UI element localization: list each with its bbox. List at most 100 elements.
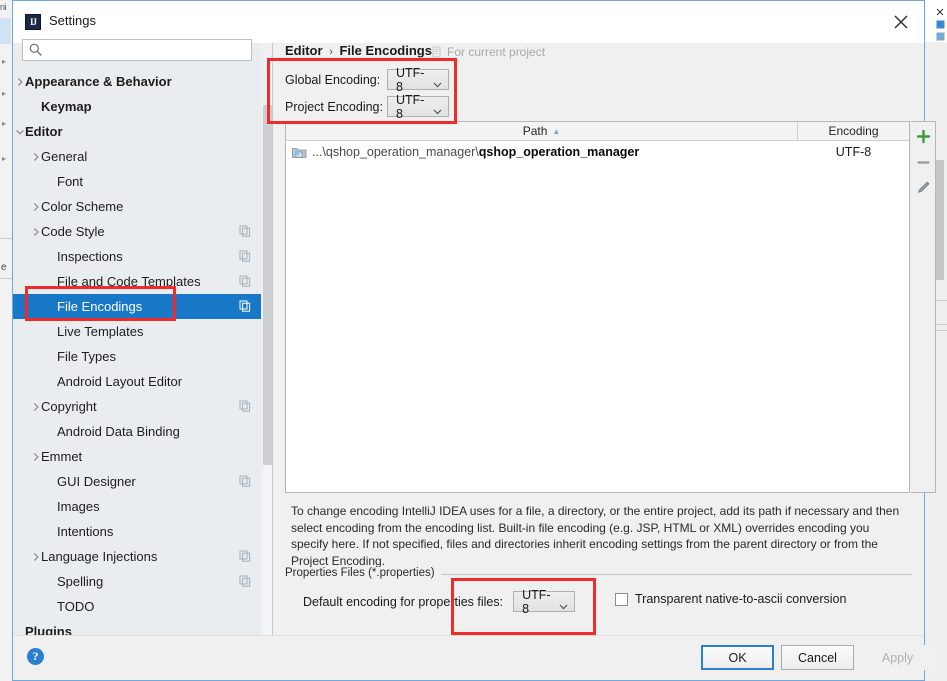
default-properties-encoding-combo[interactable]: UTF-8 — [513, 588, 576, 616]
intellij-idea-icon: IJ — [25, 14, 41, 30]
sidebar-item-keymap[interactable]: Keymap — [13, 94, 261, 119]
sidebar-item-label: GUI Designer — [57, 474, 136, 489]
project-encoding-value: UTF-8 — [396, 92, 425, 121]
chevron-down-icon[interactable] — [13, 125, 27, 139]
ide-right-icon-b — [936, 16, 945, 29]
cell-encoding[interactable]: UTF-8 — [798, 145, 909, 159]
project-scope-note: For current project — [431, 45, 545, 59]
copy-settings-icon[interactable] — [239, 475, 251, 487]
sidebar-item-file-and-code-templates[interactable]: File and Code Templates — [13, 269, 261, 294]
sidebar-item-images[interactable]: Images — [13, 494, 261, 519]
sidebar-item-emmet[interactable]: Emmet — [13, 444, 261, 469]
sidebar-item-android-layout-editor[interactable]: Android Layout Editor — [13, 369, 261, 394]
sidebar-item-plugins[interactable]: Plugins — [13, 619, 261, 635]
breadcrumb: Editor › File Encodings — [285, 43, 432, 58]
sidebar-item-inspections[interactable]: Inspections — [13, 244, 261, 269]
cancel-button[interactable]: Cancel — [781, 645, 854, 670]
breadcrumb-root[interactable]: Editor — [285, 43, 323, 58]
encodings-description: To change encoding IntelliJ IDEA uses fo… — [291, 504, 900, 568]
table-header: Path ▲ Encoding — [286, 122, 909, 141]
global-encoding-combo[interactable]: UTF-8 — [387, 66, 449, 94]
chevron-right-icon[interactable] — [29, 150, 43, 164]
chevron-right-icon[interactable] — [13, 75, 27, 89]
edit-pencil-icon[interactable] — [913, 177, 934, 198]
transparent-native-to-ascii-row[interactable]: Transparent native-to-ascii conversion — [615, 592, 846, 606]
sidebar-scrollbar-thumb[interactable] — [263, 105, 272, 465]
properties-files-group: Properties Files (*.properties) Default … — [285, 567, 924, 619]
chevron-right-icon[interactable] — [29, 200, 43, 214]
apply-button: Apply — [861, 645, 934, 670]
chevron-right-icon[interactable] — [29, 225, 43, 239]
sidebar-item-appearance-behavior[interactable]: Appearance & Behavior — [13, 69, 261, 94]
sidebar-item-label: Editor — [25, 124, 63, 139]
encodings-table-area: Path ▲ Encoding ...\qshop_operation_mana… — [285, 121, 936, 493]
default-properties-encoding-row: Default encoding for properties files: U… — [303, 588, 576, 616]
sidebar-item-copyright[interactable]: Copyright — [13, 394, 261, 419]
sidebar-item-label: File and Code Templates — [57, 274, 201, 289]
sidebar-item-file-encodings[interactable]: File Encodings — [13, 294, 261, 319]
cell-path-prefix: ...\qshop_operation_manager\ — [312, 145, 479, 159]
ide-right-scrollbar-thumb[interactable] — [935, 160, 944, 280]
encodings-table: Path ▲ Encoding ...\qshop_operation_mana… — [285, 121, 910, 493]
dialog-footer: ? OK Cancel Apply — [13, 635, 934, 680]
ide-left-divider — [0, 278, 12, 279]
table-toolbar — [911, 121, 936, 493]
sidebar-item-label: File Encodings — [57, 299, 143, 314]
sidebar-item-live-templates[interactable]: Live Templates — [13, 319, 261, 344]
sidebar-item-label: Intentions — [57, 524, 114, 539]
sidebar-item-font[interactable]: Font — [13, 169, 261, 194]
sidebar-item-editor[interactable]: Editor — [13, 119, 261, 144]
chevron-down-icon — [433, 104, 442, 114]
sidebar-item-general[interactable]: General — [13, 144, 261, 169]
copy-settings-icon[interactable] — [239, 400, 251, 412]
chevron-right-icon[interactable] — [29, 400, 43, 414]
copy-settings-icon[interactable] — [239, 250, 251, 262]
column-header-encoding-label: Encoding — [828, 124, 879, 138]
sidebar-item-label: Color Scheme — [41, 199, 124, 214]
search-field-wrapper — [22, 39, 252, 61]
copy-settings-icon[interactable] — [239, 300, 251, 312]
sidebar-item-file-types[interactable]: File Types — [13, 344, 261, 369]
sidebar-item-label: Inspections — [57, 249, 123, 264]
ide-right-icon-c — [936, 28, 945, 41]
close-icon[interactable] — [878, 1, 924, 43]
sidebar-item-label: Appearance & Behavior — [25, 74, 172, 89]
chevron-right-icon[interactable] — [29, 550, 43, 564]
sidebar-item-color-scheme[interactable]: Color Scheme — [13, 194, 261, 219]
default-properties-encoding-value: UTF-8 — [522, 587, 551, 616]
settings-sidebar: Appearance & Behavior Keymap Editor General… — [13, 39, 272, 665]
sidebar-item-gui-designer[interactable]: GUI Designer — [13, 469, 261, 494]
chevron-down-icon — [433, 77, 442, 87]
remove-button[interactable] — [913, 152, 934, 173]
sidebar-item-todo[interactable]: TODO — [13, 594, 261, 619]
table-row[interactable]: ...\qshop_operation_manager\ qshop_operat… — [286, 141, 909, 163]
sidebar-item-spelling[interactable]: Spelling — [13, 569, 261, 594]
sidebar-item-language-injections[interactable]: Language Injections — [13, 544, 261, 569]
copy-settings-icon[interactable] — [239, 550, 251, 562]
sidebar-item-intentions[interactable]: Intentions — [13, 519, 261, 544]
search-input[interactable] — [22, 39, 252, 61]
sidebar-item-label: Keymap — [41, 99, 92, 114]
cell-path-name: qshop_operation_manager — [478, 145, 640, 159]
copy-settings-icon[interactable] — [239, 575, 251, 587]
add-button[interactable] — [913, 126, 934, 147]
settings-dialog: IJ Settings Appearance & Behavior Keymap E — [12, 0, 936, 681]
project-scope-icon — [431, 46, 443, 58]
sidebar-item-code-style[interactable]: Code Style — [13, 219, 261, 244]
project-encoding-row: Project Encoding: UTF-8 — [285, 93, 449, 121]
help-icon[interactable]: ? — [27, 648, 44, 665]
ok-button[interactable]: OK — [701, 645, 774, 670]
sidebar-item-label: TODO — [57, 599, 95, 614]
transparent-native-to-ascii-checkbox[interactable] — [615, 592, 628, 606]
column-header-encoding[interactable]: Encoding — [798, 122, 909, 140]
sidebar-item-label: Copyright — [41, 399, 97, 414]
column-header-path[interactable]: Path ▲ — [286, 122, 798, 140]
copy-settings-icon[interactable] — [239, 275, 251, 287]
folder-module-icon — [292, 146, 307, 159]
sidebar-item-android-data-binding[interactable]: Android Data Binding — [13, 419, 261, 444]
copy-settings-icon[interactable] — [239, 225, 251, 237]
dialog-title: Settings — [49, 13, 96, 28]
project-encoding-combo[interactable]: UTF-8 — [387, 93, 449, 121]
settings-tree[interactable]: Appearance & Behavior Keymap Editor General… — [13, 69, 261, 635]
chevron-right-icon[interactable] — [29, 450, 43, 464]
